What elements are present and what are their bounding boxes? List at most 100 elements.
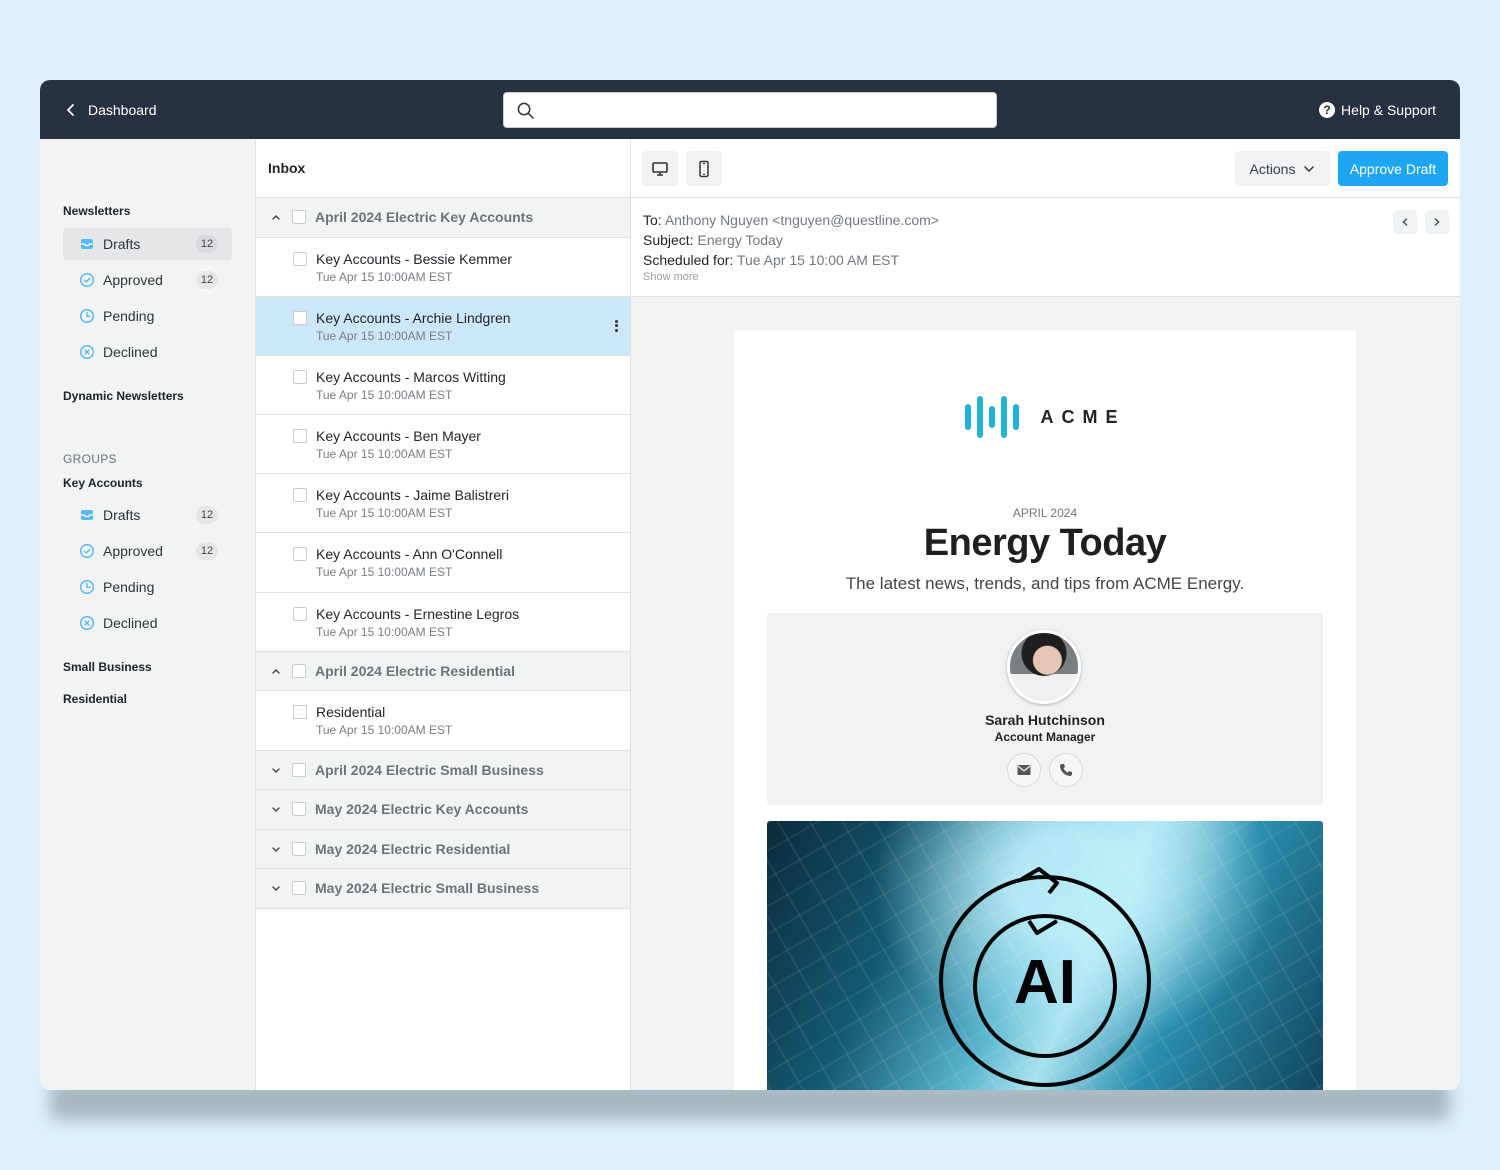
group-label: April 2024 Electric Small Business: [315, 761, 544, 778]
message-checkbox[interactable]: [293, 488, 307, 503]
inbox-group-header[interactable]: April 2024 Electric Residential: [256, 651, 630, 692]
group-checkbox[interactable]: [292, 881, 306, 896]
subject-line: Subject: Energy Today: [643, 230, 1460, 250]
actions-dropdown[interactable]: Actions: [1235, 151, 1330, 186]
nav-item-label: Approved: [103, 272, 163, 288]
inbox-message-row[interactable]: Residential Tue Apr 15 10:00AM EST: [256, 691, 630, 751]
inbox-message-row[interactable]: Key Accounts - Ernestine Legros Tue Apr …: [256, 593, 630, 652]
inbox-message-row[interactable]: Key Accounts - Marcos Witting Tue Apr 15…: [256, 356, 630, 416]
inbox-group-header[interactable]: April 2024 Electric Key Accounts: [256, 198, 630, 238]
sidebar-key-accounts-drafts[interactable]: Drafts 12: [63, 499, 232, 531]
acme-logo: ACME: [734, 396, 1356, 438]
actions-label: Actions: [1249, 160, 1296, 177]
inbox-message-row[interactable]: Key Accounts - Ben Mayer Tue Apr 15 10:0…: [256, 415, 630, 475]
message-title: Residential: [316, 704, 386, 721]
desktop-view-button[interactable]: [642, 151, 678, 186]
inbox-group-header[interactable]: May 2024 Electric Small Business: [256, 869, 630, 909]
group-checkbox[interactable]: [292, 762, 306, 777]
app-window: Dashboard ? Help & Support Newsletters D…: [40, 80, 1460, 1090]
sidebar-small-business[interactable]: Small Business: [63, 657, 232, 677]
check-circle-icon: [79, 272, 95, 288]
inbox-group-header[interactable]: May 2024 Electric Key Accounts: [256, 790, 630, 830]
count-badge: 12: [196, 506, 218, 524]
message-title: Key Accounts - Marcos Witting: [316, 368, 506, 385]
message-time: Tue Apr 15 10:00AM EST: [316, 565, 453, 580]
sidebar-key-accounts[interactable]: Key Accounts: [63, 473, 232, 493]
mobile-view-button[interactable]: [686, 151, 722, 186]
back-label: Dashboard: [88, 101, 157, 118]
clock-icon: [79, 308, 95, 324]
sidebar-key-accounts-declined[interactable]: Declined: [63, 607, 232, 639]
chevron-left-icon: [1402, 218, 1408, 226]
inbox-tray-icon: [79, 236, 95, 252]
chevron-up-icon[interactable]: [270, 211, 282, 223]
sidebar-dynamic-newsletters[interactable]: Dynamic Newsletters: [63, 386, 232, 406]
search-box[interactable]: [503, 92, 997, 128]
sidebar-key-accounts-pending[interactable]: Pending: [63, 571, 232, 603]
count-badge: 12: [196, 235, 218, 253]
phone-icon: [1060, 764, 1072, 776]
inbox-list: April 2024 Electric Key Accounts Key Acc…: [256, 198, 630, 909]
message-checkbox[interactable]: [293, 705, 307, 720]
group-checkbox[interactable]: [292, 841, 306, 856]
brand-name: ACME: [1040, 406, 1126, 427]
inbox-tray-icon: [79, 507, 95, 523]
inbox-group-header[interactable]: April 2024 Electric Small Business: [256, 750, 630, 790]
chevron-down-icon[interactable]: [270, 882, 282, 894]
message-checkbox[interactable]: [293, 547, 307, 562]
phone-contact-button[interactable]: [1049, 753, 1083, 787]
inbox-message-row[interactable]: Key Accounts - Jaime Balistreri Tue Apr …: [256, 474, 630, 534]
hero-image: AI: [767, 821, 1323, 1090]
x-circle-icon: [79, 344, 95, 360]
group-checkbox[interactable]: [292, 802, 306, 817]
message-checkbox[interactable]: [293, 310, 307, 325]
ai-cycle-icon: AI: [939, 867, 1151, 1087]
email-meta: To: Anthony Nguyen <tnguyen@questline.co…: [631, 198, 1460, 297]
contact-name: Sarah Hutchinson: [985, 712, 1105, 728]
message-checkbox[interactable]: [293, 606, 307, 621]
group-checkbox[interactable]: [292, 664, 306, 679]
contact-role: Account Manager: [994, 730, 1096, 744]
message-time: Tue Apr 15 10:00AM EST: [316, 506, 453, 521]
previous-email-button[interactable]: [1393, 210, 1417, 234]
email-contact-button[interactable]: [1007, 753, 1041, 787]
chevron-down-icon[interactable]: [270, 764, 282, 776]
approve-draft-button[interactable]: Approve Draft: [1338, 151, 1448, 186]
message-title: Key Accounts - Ernestine Legros: [316, 605, 520, 622]
nav-item-label: Declined: [103, 344, 158, 360]
sidebar-newsletters-declined[interactable]: Declined: [63, 336, 232, 368]
message-checkbox[interactable]: [293, 369, 307, 384]
message-checkbox[interactable]: [293, 251, 307, 266]
search-input[interactable]: [543, 93, 996, 127]
check-circle-icon: [79, 543, 95, 559]
more-options-icon[interactable]: [612, 319, 620, 333]
inbox-message-row[interactable]: Key Accounts - Archie Lindgren Tue Apr 1…: [256, 296, 630, 356]
sidebar-key-accounts-approved[interactable]: Approved 12: [63, 535, 232, 567]
chevron-up-icon[interactable]: [270, 665, 282, 677]
chevron-down-icon[interactable]: [270, 803, 282, 815]
message-title: Key Accounts - Ann O'Connell: [316, 546, 503, 563]
chevron-down-icon[interactable]: [270, 843, 282, 855]
group-label: May 2024 Electric Key Accounts: [315, 801, 529, 818]
help-support-link[interactable]: ? Help & Support: [1319, 80, 1436, 139]
newsletters-heading: Newsletters: [63, 204, 131, 218]
nav-item-label: Pending: [103, 579, 155, 595]
message-checkbox[interactable]: [293, 429, 307, 444]
top-bar: Dashboard ? Help & Support: [40, 80, 1460, 139]
x-circle-icon: [79, 615, 95, 631]
back-to-dashboard-link[interactable]: Dashboard: [64, 80, 157, 139]
sidebar-newsletters-approved[interactable]: Approved 12: [63, 264, 232, 296]
inbox-message-row[interactable]: Key Accounts - Ann O'Connell Tue Apr 15 …: [256, 533, 630, 593]
nav-item-label: Pending: [103, 308, 155, 324]
sidebar-residential[interactable]: Residential: [63, 689, 232, 709]
nav-item-label: Approved: [103, 543, 163, 559]
to-value: Anthony Nguyen <tnguyen@questline.com>: [664, 212, 939, 228]
inbox-message-row[interactable]: Key Accounts - Bessie Kemmer Tue Apr 15 …: [256, 238, 630, 297]
group-checkbox[interactable]: [292, 210, 306, 225]
sidebar-newsletters-pending[interactable]: Pending: [63, 300, 232, 332]
show-more-link[interactable]: Show more: [643, 270, 1460, 284]
inbox-group-header[interactable]: May 2024 Electric Residential: [256, 829, 630, 869]
sidebar-newsletters-drafts[interactable]: Drafts 12: [63, 228, 232, 260]
email-preview: ACME APRIL 2024 Energy Today The latest …: [734, 330, 1356, 1090]
next-email-button[interactable]: [1425, 210, 1449, 234]
